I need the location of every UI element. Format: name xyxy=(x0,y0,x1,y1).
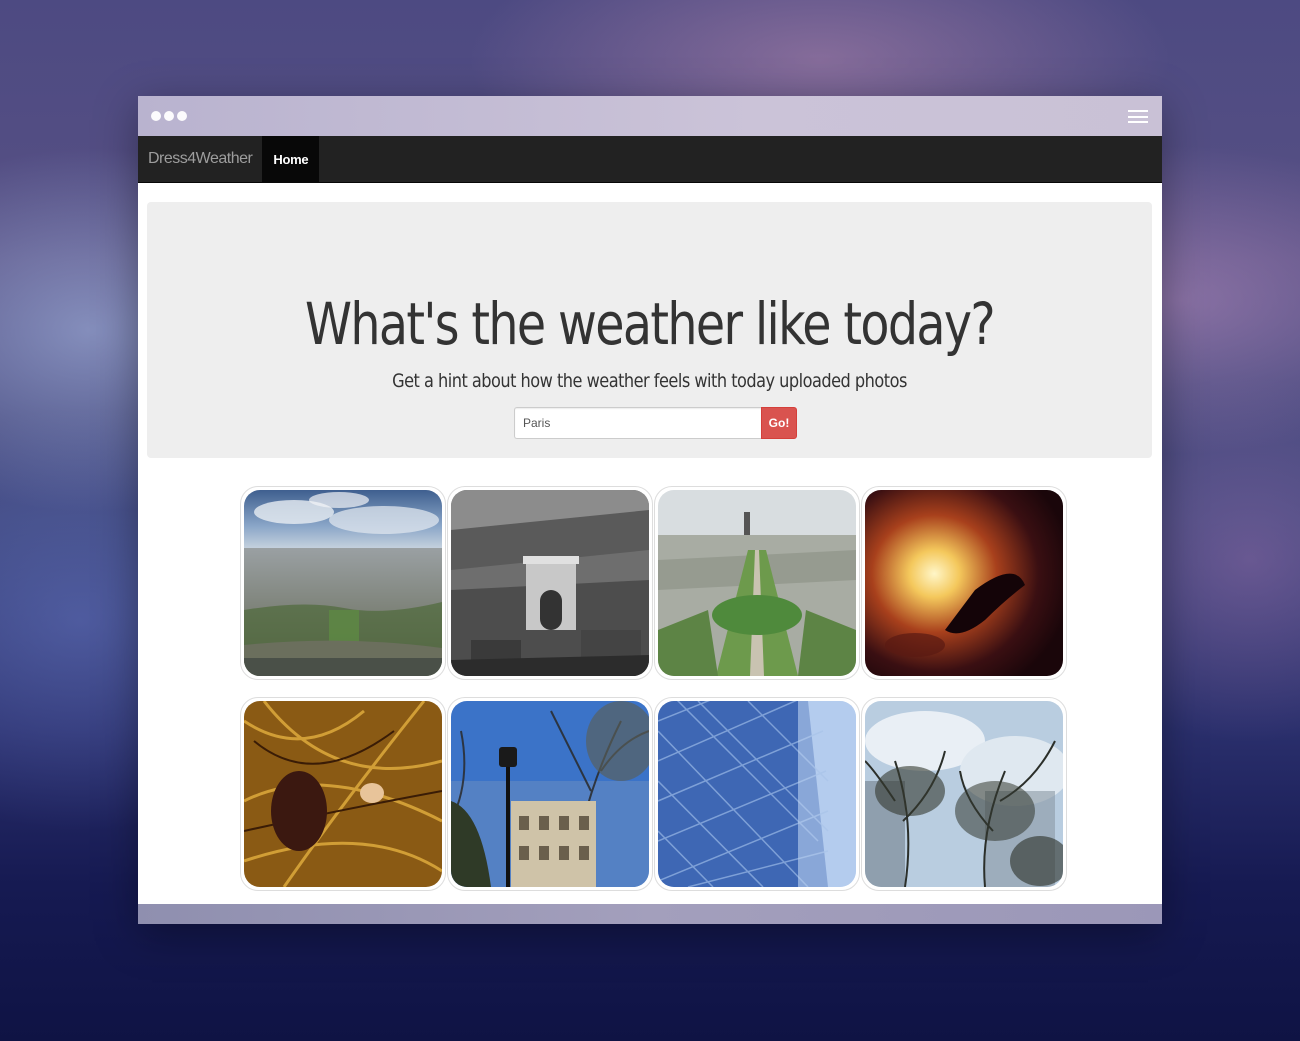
window-dot-icon[interactable] xyxy=(177,111,187,121)
campfire-photo xyxy=(865,490,1063,676)
photo-thumbnail[interactable] xyxy=(447,697,653,891)
trees-against-sky-photo xyxy=(865,701,1063,887)
photo-thumbnail[interactable] xyxy=(447,486,653,680)
arc-de-triomphe-bw-photo xyxy=(451,490,649,676)
city-search-input[interactable] xyxy=(514,407,761,439)
hero-jumbotron: What's the weather like today? Get a hin… xyxy=(147,202,1152,458)
photo-thumbnail[interactable] xyxy=(240,697,446,891)
window-dot-icon[interactable] xyxy=(151,111,161,121)
photo-thumbnail[interactable] xyxy=(861,697,1067,891)
glass-building-photo xyxy=(658,701,856,887)
photo-thumbnail[interactable] xyxy=(861,486,1067,680)
hamburger-icon[interactable] xyxy=(1128,110,1148,123)
champ-de-mars-aerial-photo xyxy=(658,490,856,676)
window-titlebar xyxy=(138,96,1162,136)
browser-window: Dress4Weather Home What's the weather li… xyxy=(138,96,1162,924)
window-dot-icon[interactable] xyxy=(164,111,174,121)
go-button[interactable]: Go! xyxy=(761,407,797,439)
window-footer xyxy=(138,904,1162,924)
brand-link[interactable]: Dress4Weather xyxy=(138,136,262,182)
photo-thumbnail[interactable] xyxy=(654,697,860,891)
nav-item-home[interactable]: Home xyxy=(262,136,320,182)
hero-title: What's the weather like today? xyxy=(304,290,996,358)
navbar: Dress4Weather Home xyxy=(138,136,1162,183)
photo-thumbnail[interactable] xyxy=(654,486,860,680)
street-lamp-trees-photo xyxy=(451,701,649,887)
hero-subtitle: Get a hint about how the weather feels w… xyxy=(392,370,907,392)
paris-aerial-cityscape-photo xyxy=(244,490,442,676)
window-controls xyxy=(151,111,187,121)
photo-gallery xyxy=(240,486,1068,899)
photo-thumbnail[interactable] xyxy=(240,486,446,680)
autumn-branches-photo xyxy=(244,701,442,887)
city-search-form: Go! xyxy=(514,407,797,439)
